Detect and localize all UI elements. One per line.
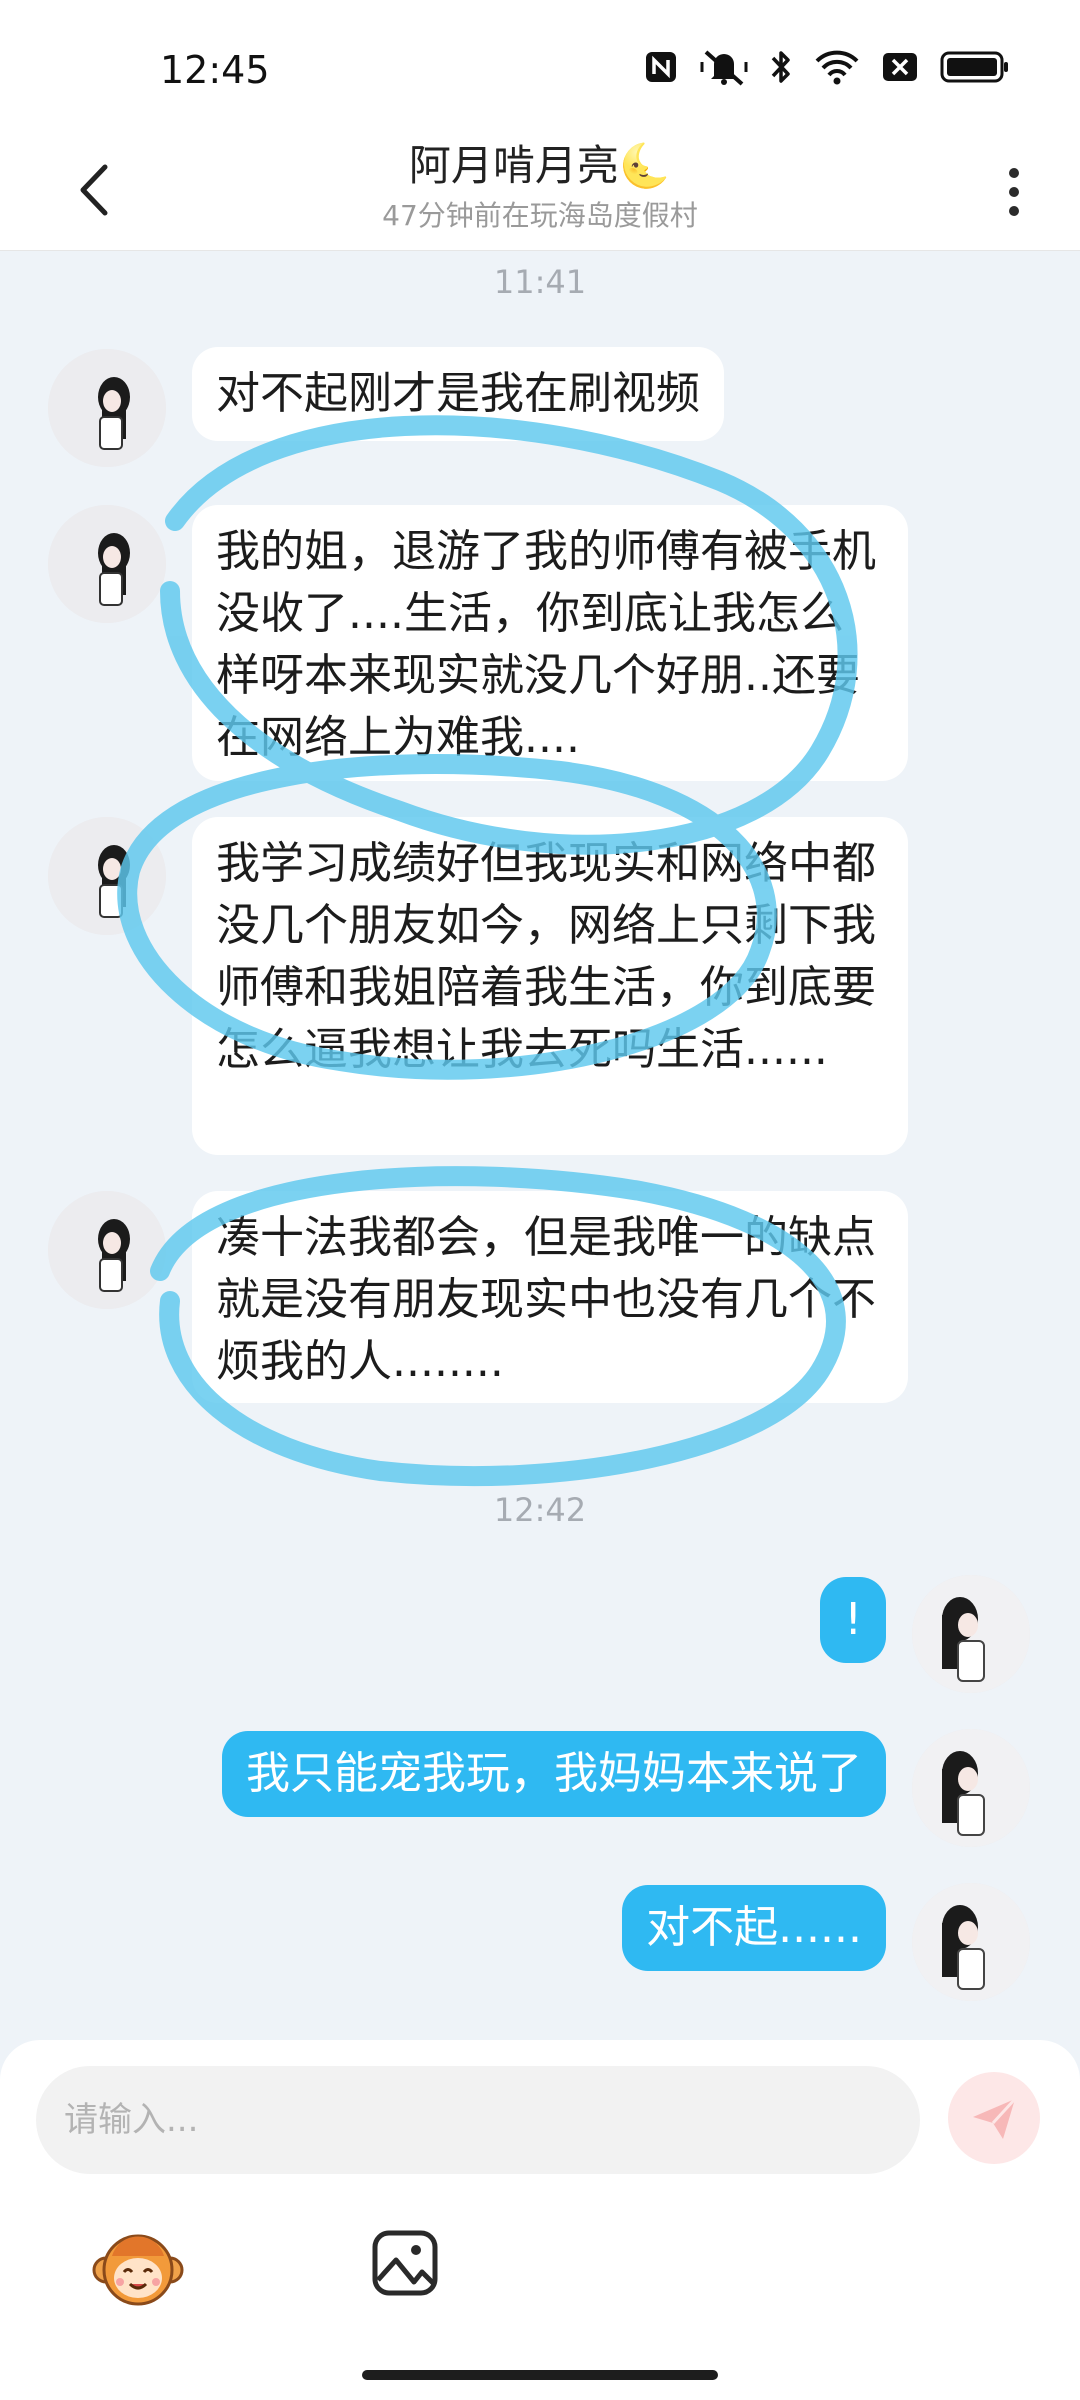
avatar-image <box>48 349 166 467</box>
wifi-icon <box>814 49 860 85</box>
send-button[interactable] <box>948 2072 1040 2164</box>
battery-icon <box>940 50 1010 84</box>
no-sim-icon <box>882 52 918 82</box>
avatar-image <box>48 817 166 935</box>
avatar-image <box>48 505 166 623</box>
avatar-image <box>48 1191 166 1309</box>
chat-header: 阿月啃月亮🌜 47分钟前在玩海岛度假村 <box>0 130 1080 251</box>
nfc-icon <box>644 50 678 84</box>
message-bubble-outgoing[interactable]: ! <box>820 1577 886 1663</box>
message-input[interactable] <box>36 2066 920 2174</box>
home-indicator[interactable] <box>362 2370 718 2380</box>
more-dot-icon <box>1009 206 1019 216</box>
contact-status: 47分钟前在玩海岛度假村 <box>382 199 698 232</box>
composer-bar <box>0 2040 1080 2400</box>
status-time: 12:45 <box>160 48 270 92</box>
message-list[interactable]: 11:41 对不起刚才是我在刷视频 我的姐，退游了我的师傅有被手机没收了....… <box>0 251 1080 2041</box>
contact-avatar[interactable] <box>48 1191 166 1309</box>
bluetooth-icon <box>770 48 792 86</box>
mute-vibrate-icon <box>700 48 748 86</box>
contact-avatar[interactable] <box>48 349 166 467</box>
avatar-image <box>912 1729 1030 1847</box>
more-dot-icon <box>1009 168 1019 178</box>
timestamp: 11:41 <box>493 263 587 301</box>
status-bar: 12:45 <box>0 0 1080 130</box>
message-bubble-incoming[interactable]: 凑十法我都会，但是我唯一的缺点就是没有朋友现实中也没有几个不烦我的人......… <box>192 1191 908 1403</box>
send-icon <box>973 2097 1017 2139</box>
timestamp: 12:42 <box>493 1491 587 1529</box>
more-dot-icon <box>1009 187 1019 197</box>
message-bubble-incoming[interactable]: 对不起刚才是我在刷视频 <box>192 347 724 441</box>
avatar-image <box>912 1575 1030 1693</box>
my-avatar[interactable] <box>912 1729 1030 1847</box>
contact-avatar[interactable] <box>48 505 166 623</box>
status-icons <box>644 48 1010 86</box>
emoji-button[interactable] <box>90 2220 186 2316</box>
monkey-emoji-icon <box>92 2234 184 2306</box>
image-icon <box>372 2230 438 2296</box>
contact-name[interactable]: 阿月啃月亮🌜 <box>0 132 1080 193</box>
message-bubble-incoming[interactable]: 我的姐，退游了我的师傅有被手机没收了....生活，你到底让我怎么样呀本来现实就没… <box>192 505 908 781</box>
more-options-button[interactable] <box>992 152 1036 232</box>
image-button[interactable] <box>370 2228 440 2298</box>
my-avatar[interactable] <box>912 1575 1030 1693</box>
message-bubble-outgoing[interactable]: 对不起...... <box>622 1885 886 1971</box>
avatar-image <box>912 1883 1030 2001</box>
message-bubble-incoming[interactable]: 我学习成绩好但我现实和网络中都没几个朋友如今，网络上只剩下我师傅和我姐陪着我生活… <box>192 817 908 1155</box>
my-avatar[interactable] <box>912 1883 1030 2001</box>
message-bubble-outgoing[interactable]: 我只能宠我玩，我妈妈本来说了 <box>222 1731 886 1817</box>
contact-avatar[interactable] <box>48 817 166 935</box>
